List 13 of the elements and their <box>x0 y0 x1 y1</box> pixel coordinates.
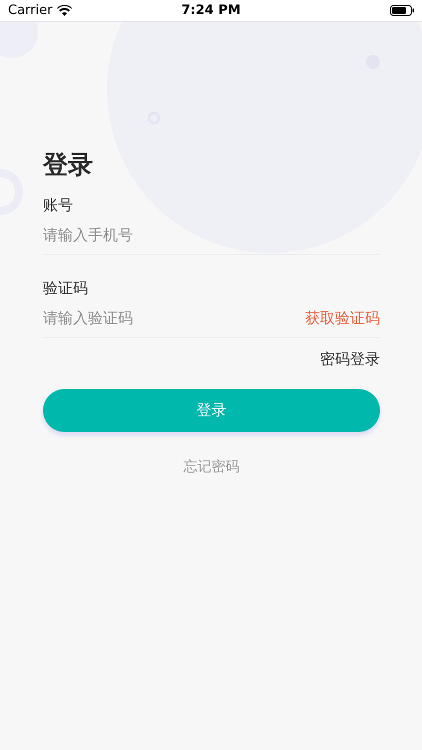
password-login-link[interactable]: 密码登录 <box>320 348 380 370</box>
input-field[interactable]: 请输入手机号 <box>43 226 380 244</box>
carrier-name: Carrier <box>8 3 52 18</box>
login-button[interactable]: 登录 <box>43 389 380 432</box>
field-label: 账号 <box>43 195 73 216</box>
wifi-icon <box>57 5 72 16</box>
status-time: 7:24 PM <box>181 3 241 18</box>
forgot-password-link[interactable]: 忘记密码 <box>184 458 240 476</box>
get-code-button[interactable]: 获取验证码 <box>305 308 380 328</box>
page-title: 登录 <box>43 149 94 181</box>
input-field[interactable]: 请输入验证码 <box>43 309 305 327</box>
field-label: 验证码 <box>43 278 88 299</box>
battery-icon <box>390 5 414 16</box>
